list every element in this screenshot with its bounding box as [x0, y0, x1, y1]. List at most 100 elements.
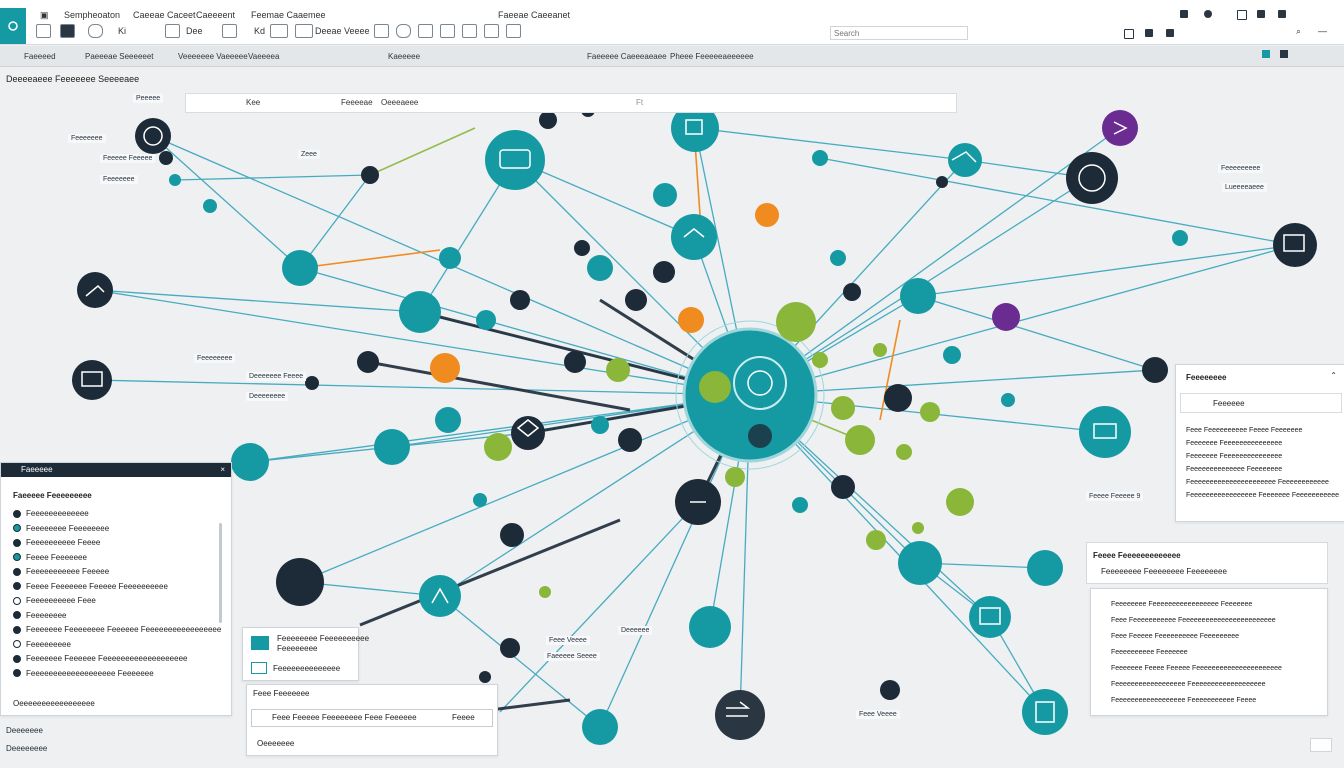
left-panel-item[interactable]: Feeee Feeeeeee Feeeee Feeeeeeeeee: [13, 582, 168, 591]
help-icon[interactable]: [1310, 738, 1332, 752]
right-bottom-row[interactable]: Feeeeeeee Feeeeeeeeeeeeeeeee Feeeeeee: [1111, 601, 1252, 608]
right-top-row[interactable]: Feee Feeeeeeeeee Feeee Feeeeeee: [1186, 427, 1302, 434]
grid-icon[interactable]: [1237, 10, 1247, 20]
subbar-item-2[interactable]: Paeeeae Seeeeeet: [85, 52, 154, 61]
move-icon[interactable]: [506, 24, 521, 38]
bottom-center-title: Feee Feeeeeee: [253, 689, 310, 698]
bottom-center-input[interactable]: Feee Feeeee Feeeeeeee Feee Feeeeee Feeee: [251, 709, 493, 727]
bullet-icon: [13, 596, 21, 605]
save-icon[interactable]: [1166, 29, 1174, 37]
orange-node-3[interactable]: [755, 203, 779, 227]
right-top-row[interactable]: Feeeeeeeeeeeeeeeee Feeeeeee Feeeeeeeeeee: [1186, 492, 1339, 499]
left-panel-item[interactable]: Feeeeeeee Feeeeeeee: [13, 524, 109, 533]
cursor-icon[interactable]: [484, 24, 499, 38]
node-icon[interactable]: [374, 24, 389, 38]
right-bottom-row[interactable]: Feeeeeeeeee Feeeeeee: [1111, 649, 1188, 656]
orange-node-1[interactable]: [678, 307, 704, 333]
node-label-g: Deeeeeeee: [246, 392, 289, 401]
left-panel-item[interactable]: Feeeeeeeeeee Feeeee: [13, 567, 109, 576]
text-icon[interactable]: [270, 24, 288, 38]
close-icon[interactable]: ×: [220, 463, 225, 477]
panel-icon[interactable]: [1180, 10, 1188, 18]
right-bottom-row[interactable]: Feee Feeeeeeeeeee Feeeeeeeeeeeeeeeeeeeee…: [1111, 617, 1276, 624]
right-bottom-row[interactable]: Feeeeeeeeeeeeeeeeee Feeeeeeeeeee Feeee: [1111, 697, 1256, 704]
menu-format[interactable]: Feemae Caaemee: [251, 10, 326, 20]
right-bottom-row[interactable]: Feee Feeeee Feeeeeeeeee Feeeeeeeee: [1111, 633, 1239, 640]
orange-node-2[interactable]: [430, 353, 460, 383]
mini-card[interactable]: Feeeeeeee Feeeeeeeeee Feeeeeeee Feeeeeee…: [242, 627, 369, 681]
left-panel-item[interactable]: Feeeeeeeeeeeee: [13, 509, 89, 518]
subbar-item-3[interactable]: Veeeeeee Vaeeeee: [178, 52, 248, 61]
right-top-row[interactable]: Feeeeeeeeeeeeeeeeeeeeee Feeeeeeeeeeee: [1186, 479, 1329, 486]
filter-label-b[interactable]: Feeeeae: [341, 98, 373, 107]
left-panel-header: Faeeeee ×: [1, 463, 231, 477]
left-panel-item[interactable]: Feeeeeeeeee Feee: [13, 596, 96, 605]
bottom-center-input-text: Feee Feeeee Feeeeeeee Feee Feeeeee: [272, 713, 417, 722]
subbar-item-5[interactable]: Kaeeeee: [388, 52, 420, 61]
teal-status-icon[interactable]: [1262, 50, 1270, 58]
table-icon[interactable]: [222, 24, 237, 38]
right-top-selector[interactable]: Feeeeee: [1180, 393, 1342, 413]
filter-bar[interactable]: Kee Feeeeae Oeeeaeee Ft: [185, 93, 957, 113]
layers-icon[interactable]: [165, 24, 180, 38]
bottom-center-footer[interactable]: Oeeeeeee: [257, 739, 294, 748]
right-bottom-row[interactable]: Feeeeeeeeeeeeeeeeee Feeeeeeeeeeeeeeeeeee: [1111, 681, 1266, 688]
edge-icon[interactable]: [396, 24, 411, 38]
left-panel-item[interactable]: Feeeeeeee: [13, 611, 66, 620]
left-panel-item[interactable]: Feeeeeee Feeeeeeee Feeeeee Feeeeeeeeeeee…: [13, 625, 221, 634]
window-icon[interactable]: [36, 24, 51, 38]
left-panel-item[interactable]: Feeeeeeeeee Feeee: [13, 538, 100, 547]
minimize-icon[interactable]: —: [1318, 26, 1327, 36]
right-top-row[interactable]: Feeeeeee Feeeeeeeeeeeeeee: [1186, 440, 1282, 447]
record-icon[interactable]: [1204, 10, 1212, 18]
pencil-icon[interactable]: [418, 24, 433, 38]
subbar-item-6[interactable]: Faeeeee Caeeeaeaee: [587, 52, 667, 61]
filter-label-c[interactable]: Oeeeaeee: [381, 98, 418, 107]
left-panel-item-label: Feeeeeeeeeee Feeeee: [26, 567, 110, 576]
right-top-row[interactable]: Feeeeeeeeeeeeee Feeeeeeee: [1186, 466, 1282, 473]
brush-icon[interactable]: [440, 24, 455, 38]
right-bottom-row[interactable]: Feeeeeee Feeee Feeeee Feeeeeeeeeeeeeeeee…: [1111, 665, 1282, 672]
left-panel-item[interactable]: Feeeeeee Feeeeee Feeeeeeeeeeeeeeeeeee: [13, 654, 187, 663]
mini-card-title: Feeeeeeee Feeeeeeeeee: [277, 634, 370, 643]
app-icon-square[interactable]: ▣: [40, 10, 49, 21]
flag-icon[interactable]: [1124, 29, 1134, 39]
bottom-left-title[interactable]: Deeeeeee: [6, 726, 43, 735]
hub-lime-node[interactable]: [699, 371, 731, 403]
subbar-item-4[interactable]: Vaeeeea: [248, 52, 279, 61]
gray-node[interactable]: [715, 690, 765, 740]
menu-file[interactable]: Sempheoaton: [64, 10, 120, 20]
left-panel-footer[interactable]: Oeeeeeeeeeeeeeeeee: [13, 699, 95, 708]
left-panel-item-label: Feeeeeeeeee Feeee: [26, 538, 101, 547]
left-panel-item-label: Feeeeeeeeee Feee: [26, 596, 96, 605]
subbar-item-1[interactable]: Faeeeed: [24, 52, 56, 61]
filter-label-a[interactable]: Kee: [246, 98, 260, 107]
undo-icon[interactable]: [88, 24, 103, 38]
bookmark-icon[interactable]: [1145, 29, 1153, 37]
left-panel-item[interactable]: Feeeeeeeee: [13, 640, 71, 649]
hub-satellite-node[interactable]: [748, 424, 772, 448]
menu-view[interactable]: Caeeeent: [196, 10, 235, 20]
collapse-icon[interactable]: ⌃: [1330, 371, 1337, 380]
bottom-center-panel: Feee Feeeeeee Feee Feeeee Feeeeeeee Feee…: [246, 684, 498, 756]
app-logo[interactable]: [0, 8, 26, 44]
subbar-item-7[interactable]: Pheee Feeeeeaeeeeee: [670, 52, 754, 61]
image-icon[interactable]: [60, 24, 75, 38]
image-right-icon[interactable]: [1257, 10, 1265, 18]
search-icon[interactable]: ⌕: [1296, 26, 1301, 37]
bottom-center-btn[interactable]: Feeee: [452, 713, 475, 722]
search-input[interactable]: [830, 26, 968, 40]
left-panel-item[interactable]: Feeee Feeeeeee: [13, 553, 87, 562]
settings-icon[interactable]: [1278, 10, 1286, 18]
graph-icon[interactable]: [295, 24, 313, 38]
menu-edit[interactable]: Caeeae Caceet: [133, 10, 196, 20]
stroke-icon[interactable]: [462, 24, 477, 38]
purple-node-1[interactable]: [1102, 110, 1138, 146]
right-top-row[interactable]: Feeeeeee Feeeeeeeeeeeeeee: [1186, 453, 1282, 460]
left-panel-item[interactable]: Feeeeeeeeeeeeeeeeeee Feeeeeee: [13, 669, 154, 678]
left-panel-item-label: Feeeeeeeeeeeeeeeeeee Feeeeeee: [26, 668, 154, 678]
dark-status-icon[interactable]: [1280, 50, 1288, 58]
left-panel-scrollbar[interactable]: [219, 523, 222, 623]
purple-node-2[interactable]: [992, 303, 1020, 331]
left-panel-section: Faeeeee Feeeeeeeee: [13, 491, 92, 500]
